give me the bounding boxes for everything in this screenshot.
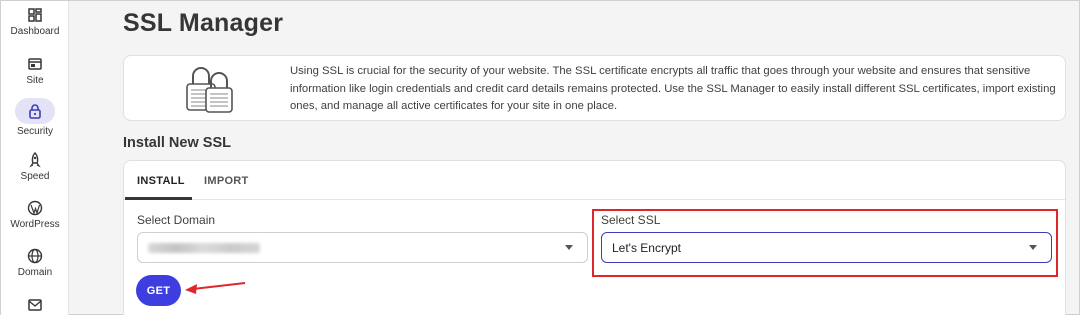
sidebar-item-label: WordPress (10, 219, 60, 230)
blurred-domain-value (148, 243, 260, 253)
sidebar-item-email[interactable] (1, 297, 69, 315)
annotation-highlight-box (592, 209, 1058, 277)
sidebar-item-domain[interactable]: Domain (1, 248, 69, 278)
sidebar-item-wordpress[interactable]: WordPress (1, 200, 69, 230)
sidebar-item-dashboard[interactable]: Dashboard (1, 7, 69, 37)
active-indicator (15, 98, 55, 124)
sidebar-item-label: Security (16, 126, 54, 137)
chevron-down-icon (565, 245, 573, 250)
sidebar-item-site[interactable]: Site (1, 56, 69, 86)
sidebar-item-label: Speed (20, 171, 50, 182)
wordpress-icon (27, 200, 43, 216)
select-domain-dropdown[interactable] (137, 232, 588, 263)
info-box: Using SSL is crucial for the security of… (123, 55, 1066, 121)
tab-import[interactable]: IMPORT (204, 175, 249, 187)
tab-install[interactable]: INSTALL (137, 175, 185, 187)
section-title: Install New SSL (123, 135, 231, 151)
annotation-arrow-icon (185, 282, 246, 294)
sidebar-item-speed[interactable]: Speed (1, 152, 69, 182)
sidebar: Dashboard Site Security Speed WordPress … (1, 1, 69, 315)
lock-icon (29, 104, 41, 119)
padlocks-illustration (186, 67, 233, 113)
tab-bar: INSTALL IMPORT (124, 161, 1065, 200)
globe-icon (27, 248, 43, 264)
sidebar-item-label: Dashboard (10, 26, 60, 37)
info-text: Using SSL is crucial for the security of… (290, 65, 1056, 112)
get-button[interactable]: GET (136, 275, 181, 306)
dashboard-icon (28, 8, 42, 22)
rocket-icon (29, 152, 41, 168)
mail-icon (28, 299, 42, 311)
sidebar-item-label: Domain (17, 267, 53, 278)
active-tab-indicator (125, 197, 192, 200)
sidebar-item-label: Site (26, 75, 44, 86)
select-domain-label: Select Domain (137, 213, 216, 227)
site-icon (28, 58, 42, 70)
page-title: SSL Manager (123, 9, 284, 37)
sidebar-item-security[interactable]: Security (1, 98, 69, 137)
